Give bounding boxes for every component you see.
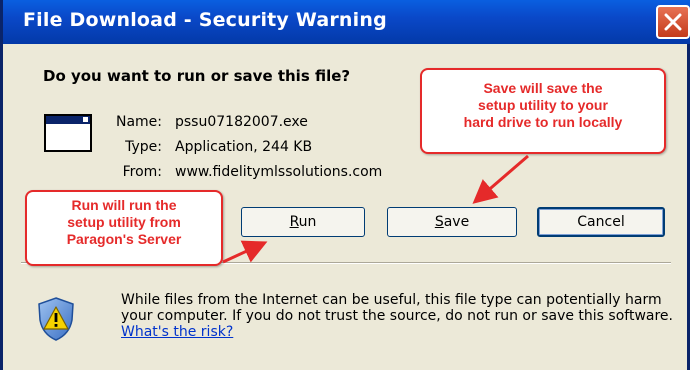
callout-arrows (222, 154, 529, 264)
run-arrow (222, 240, 268, 264)
save-arrow (472, 154, 529, 204)
